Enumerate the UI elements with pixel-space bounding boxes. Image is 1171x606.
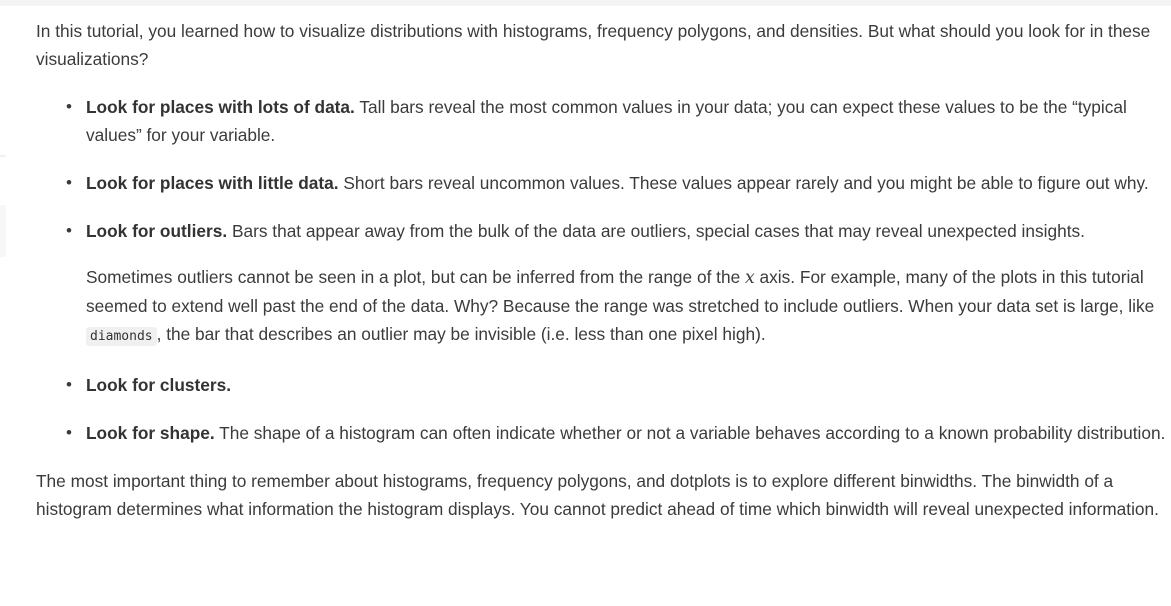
list-item: • Look for places with little data. Shor…: [36, 169, 1166, 197]
list-item: • Look for shape. The shape of a histogr…: [36, 419, 1166, 447]
detail-text: , the bar that describes an outlier may …: [156, 324, 766, 344]
inline-code: diamonds: [86, 327, 157, 346]
top-page-strip: [0, 0, 1171, 6]
tip-text: The shape of a histogram can often indic…: [214, 423, 1166, 443]
tip-text: Bars that appear away from the bulk of t…: [227, 221, 1085, 241]
bullet-icon: •: [66, 97, 72, 116]
detail-text: Sometimes outliers cannot be seen in a p…: [86, 267, 745, 287]
math-variable: x: [745, 268, 755, 288]
bullet-icon: •: [66, 423, 72, 442]
bullet-icon: •: [66, 221, 72, 240]
tip-text: Short bars reveal uncommon values. These…: [338, 173, 1149, 193]
outliers-detail-paragraph: Sometimes outliers cannot be seen in a p…: [86, 263, 1166, 351]
tip-title: Look for outliers.: [86, 221, 228, 241]
outro-paragraph: The most important thing to remember abo…: [36, 471, 1159, 519]
list-item: • Look for places with lots of data. Tal…: [36, 93, 1166, 149]
intro-paragraph: In this tutorial, you learned how to vis…: [36, 21, 1151, 69]
tip-title: Look for clusters.: [86, 375, 232, 395]
bullet-icon: •: [66, 375, 72, 394]
tip-title: Look for places with little data.: [86, 173, 339, 193]
list-item: • Look for clusters.: [36, 371, 1166, 399]
list-item: • Look for outliers. Bars that appear aw…: [36, 217, 1166, 351]
tips-list: • Look for places with lots of data. Tal…: [36, 93, 1166, 447]
left-margin-mark: [0, 205, 6, 257]
tutorial-content: In this tutorial, you learned how to vis…: [36, 17, 1166, 523]
tip-title: Look for places with lots of data.: [86, 97, 355, 117]
left-margin-mark: [0, 155, 6, 157]
tip-title: Look for shape.: [86, 423, 215, 443]
bullet-icon: •: [66, 173, 72, 192]
